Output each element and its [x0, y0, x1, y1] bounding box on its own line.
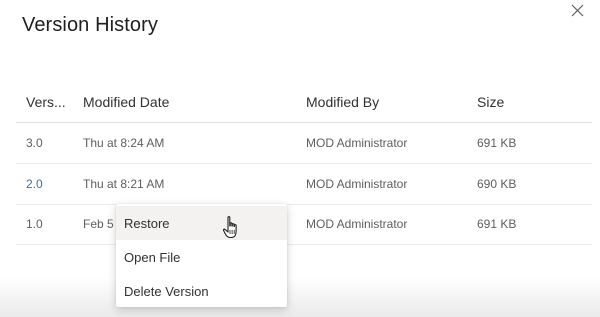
- dialog-title: Version History: [22, 14, 158, 36]
- table-row[interactable]: 3.0 Thu at 8:24 AM MOD Administrator 691…: [16, 123, 592, 164]
- size-cell: 691 KB: [477, 136, 517, 150]
- size-cell: 690 KB: [477, 177, 517, 191]
- menu-item-open-file[interactable]: Open File: [116, 240, 287, 274]
- version-cell: 3.0: [26, 136, 43, 150]
- size-cell: 691 KB: [477, 217, 517, 231]
- table-header: Vers... Modified Date Modified By Size: [16, 84, 592, 123]
- modified-by-cell: MOD Administrator: [306, 136, 408, 150]
- version-history-dialog: Version History Vers... Modified Date Mo…: [0, 0, 600, 317]
- table-row[interactable]: 2.0 Thu at 8:21 AM MOD Administrator 690…: [16, 164, 592, 205]
- version-context-menu: Restore Open File Delete Version: [116, 204, 287, 307]
- modified-date-cell: Thu at 8:24 AM: [83, 136, 165, 150]
- column-header-modified-by[interactable]: Modified By: [306, 94, 379, 110]
- column-header-version[interactable]: Vers...: [26, 94, 66, 110]
- column-header-size[interactable]: Size: [477, 94, 504, 110]
- menu-item-label: Open File: [124, 250, 181, 265]
- column-header-modified-date[interactable]: Modified Date: [83, 94, 169, 110]
- modified-date-cell: Thu at 8:21 AM: [83, 177, 165, 191]
- modified-by-cell: MOD Administrator: [306, 217, 408, 231]
- version-link[interactable]: 2.0: [26, 177, 43, 191]
- table-row[interactable]: 1.0 Feb 5 MOD Administrator 691 KB: [16, 204, 592, 245]
- menu-item-delete-version[interactable]: Delete Version: [116, 274, 287, 308]
- menu-item-label: Delete Version: [124, 284, 209, 299]
- version-cell: 1.0: [26, 217, 43, 231]
- bottom-fade: [0, 277, 600, 317]
- modified-by-cell: MOD Administrator: [306, 177, 408, 191]
- close-icon: [571, 4, 584, 17]
- close-button[interactable]: [568, 1, 586, 19]
- modified-date-cell: Feb 5: [83, 217, 114, 231]
- menu-item-label: Restore: [124, 216, 170, 231]
- menu-item-restore[interactable]: Restore: [116, 206, 287, 240]
